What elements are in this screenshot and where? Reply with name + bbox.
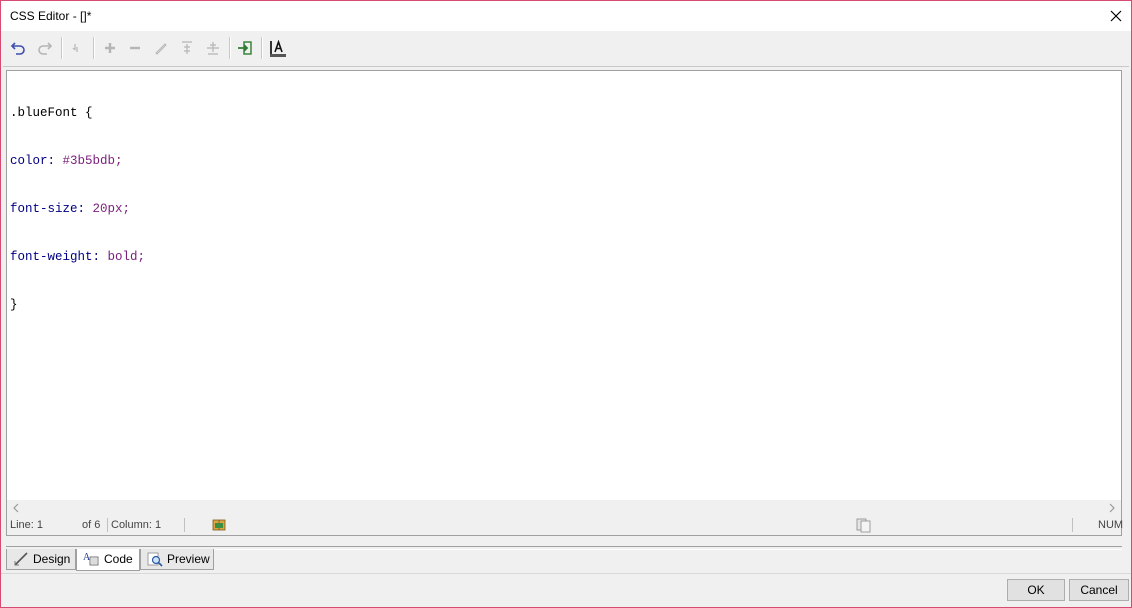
tab-preview[interactable]: Preview: [140, 549, 214, 570]
line-count: of 6: [82, 519, 101, 531]
column-indicator: Column: 1: [111, 519, 162, 531]
wrap-button[interactable]: [64, 36, 88, 60]
code-text[interactable]: .blueFont { color: #3b5bdb; font-size: 2…: [10, 73, 145, 345]
import-icon: [238, 41, 252, 55]
wrap-icon: [72, 44, 78, 52]
value-token: bold;: [100, 250, 146, 264]
toolbar-divider: [3, 66, 1129, 67]
num-lock-indicator: NUM: [1098, 519, 1124, 531]
status-separator: [184, 518, 185, 532]
value-token: 20px;: [85, 202, 131, 216]
edit-button[interactable]: [149, 36, 173, 60]
tab-design-label: Design: [33, 552, 71, 566]
scroll-left-icon[interactable]: [11, 503, 21, 513]
design-icon: [14, 552, 28, 566]
close-icon: [1110, 10, 1122, 22]
undo-button[interactable]: [6, 36, 30, 60]
remove-icon: [130, 46, 140, 50]
code-line: }: [10, 297, 145, 313]
code-line: font-weight: bold;: [10, 249, 145, 265]
property-token: color:: [10, 154, 56, 168]
undo-icon: [10, 42, 25, 55]
tab-code[interactable]: A Code: [76, 549, 140, 571]
ok-button[interactable]: OK: [1007, 579, 1065, 601]
css-editor-window: CSS Editor - []* .blueFont {color: #3b5…: [0, 0, 1132, 608]
toolbar-separator: [261, 37, 263, 59]
status-separator: [107, 518, 108, 532]
redo-icon: [38, 42, 53, 55]
value-token: #3b5bdb;: [55, 154, 123, 168]
window-title: CSS Editor - []*: [10, 9, 92, 23]
font-style-button[interactable]: [265, 36, 289, 60]
title-bar: CSS Editor - []*: [1, 1, 1131, 31]
tab-code-label: Code: [104, 552, 133, 566]
status-separator: [1072, 518, 1073, 532]
tab-design[interactable]: Design: [6, 549, 76, 570]
property-token: font-size:: [10, 202, 86, 216]
selector-token: }: [10, 298, 18, 312]
move-down-button[interactable]: [201, 36, 225, 60]
property-token: font-weight:: [10, 250, 101, 264]
code-icon: A: [83, 552, 99, 566]
add-icon: [105, 43, 115, 53]
toolbar-separator: [93, 37, 95, 59]
preview-icon: [147, 552, 163, 567]
font-style-icon: [270, 40, 286, 57]
selector-token: .blueFont {: [10, 106, 93, 120]
book-icon[interactable]: [212, 518, 226, 532]
footer-divider: [1, 573, 1131, 574]
move-up-button[interactable]: [175, 36, 199, 60]
code-editor[interactable]: .blueFont { color: #3b5bdb; font-size: 2…: [6, 70, 1122, 517]
code-line: .blueFont {: [10, 105, 145, 121]
scroll-right-icon[interactable]: [1107, 503, 1117, 513]
remove-button[interactable]: [123, 36, 147, 60]
move-down-icon: [207, 42, 219, 55]
move-up-icon: [182, 41, 192, 54]
cancel-button[interactable]: Cancel: [1069, 579, 1129, 601]
add-button[interactable]: [98, 36, 122, 60]
import-button[interactable]: [233, 36, 257, 60]
tab-preview-label: Preview: [167, 552, 210, 566]
toolbar: [1, 34, 1131, 64]
horizontal-scrollbar[interactable]: [7, 500, 1121, 516]
redo-button[interactable]: [33, 36, 57, 60]
line-indicator: Line: 1: [10, 519, 44, 531]
edit-icon: [155, 43, 167, 55]
code-line: font-size: 20px;: [10, 201, 145, 217]
close-button[interactable]: [1101, 1, 1131, 31]
code-line: color: #3b5bdb;: [10, 153, 145, 169]
status-bar: Line: 1 of 6 Column: 1 NUM: [6, 516, 1124, 536]
toolbar-separator: [61, 37, 63, 59]
toolbar-separator: [229, 37, 231, 59]
copy-icon[interactable]: [856, 518, 872, 533]
view-tabs: Design A Code Preview: [6, 549, 306, 571]
